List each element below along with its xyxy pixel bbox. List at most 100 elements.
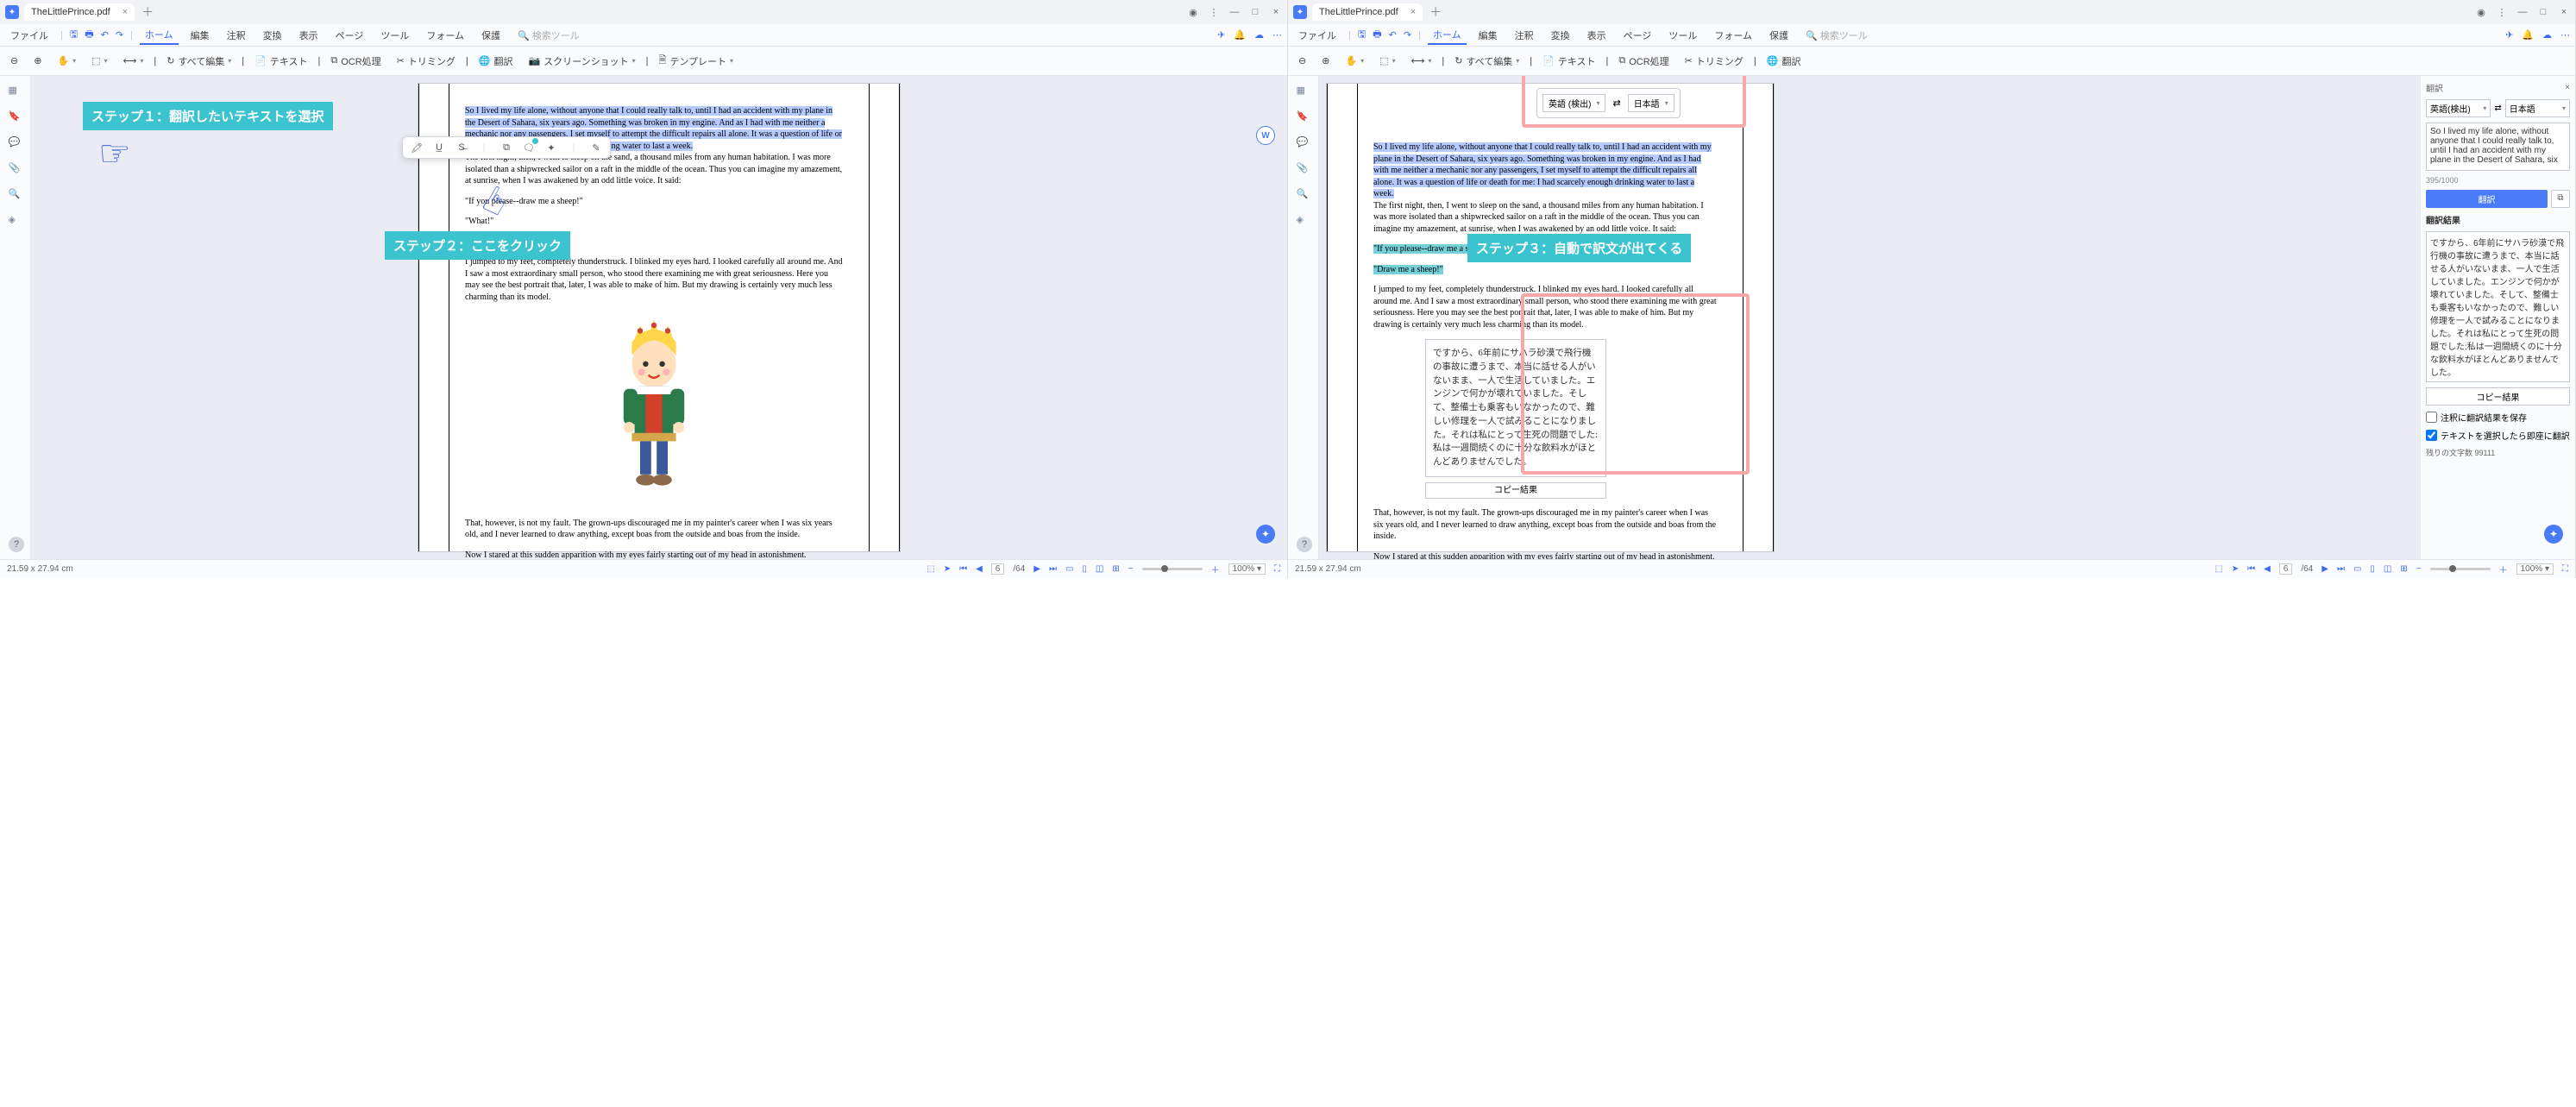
- menu-convert[interactable]: 変換: [258, 27, 287, 44]
- panel-target-lang[interactable]: 日本語▾: [2505, 99, 2570, 117]
- ai-assistant-icon[interactable]: ✦: [1256, 525, 1275, 544]
- help-icon[interactable]: ?: [1297, 537, 1312, 552]
- pointer-icon[interactable]: ➤: [2232, 564, 2239, 574]
- translate-action-button[interactable]: 翻訳: [2426, 190, 2548, 208]
- close-icon[interactable]: ×: [123, 7, 128, 17]
- print-icon[interactable]: 🖶: [1373, 27, 1381, 43]
- comment-icon[interactable]: 💬: [9, 136, 22, 150]
- menu-edit[interactable]: 編集: [1473, 27, 1503, 44]
- panel-swap-icon[interactable]: ⇄: [2494, 104, 2501, 113]
- source-text-box[interactable]: So I lived my life alone, without anyone…: [2426, 123, 2570, 171]
- zoom-in-button[interactable]: ⊕: [28, 53, 47, 69]
- zoom-out-icon[interactable]: −: [1128, 564, 1134, 574]
- panel-source-lang[interactable]: 英語(検出)▾: [2426, 99, 2491, 117]
- translate-button[interactable]: 🌐 翻訳: [1762, 52, 1806, 71]
- menu-page[interactable]: ページ: [1618, 27, 1657, 44]
- next-page-icon[interactable]: ▶: [2322, 564, 2328, 574]
- selected-text[interactable]: So I lived my life alone, without anyone…: [1373, 142, 1712, 198]
- target-lang-select[interactable]: 日本語▾: [1628, 94, 1674, 112]
- menu-home[interactable]: ホーム: [1428, 26, 1467, 45]
- minimize-icon[interactable]: ―: [2516, 6, 2529, 18]
- close-panel-icon[interactable]: ×: [2565, 83, 2570, 92]
- menu-view[interactable]: 表示: [294, 27, 324, 44]
- layers-icon[interactable]: ◈: [9, 214, 22, 228]
- add-tab-button[interactable]: ＋: [1429, 3, 1442, 21]
- instant-translate-checkbox[interactable]: テキストを選択したら即座に翻訳: [2426, 429, 2570, 442]
- zoom-slider[interactable]: [2430, 568, 2491, 570]
- thumbnail-icon[interactable]: ▦: [9, 85, 22, 98]
- fullscreen-icon[interactable]: ⛶: [2562, 564, 2568, 574]
- last-page-icon[interactable]: ⏭: [1049, 564, 1057, 574]
- menu-search[interactable]: 🔍 検索ツール: [512, 27, 585, 44]
- translate-button[interactable]: 🌐 翻訳: [474, 52, 518, 71]
- zoom-out-icon[interactable]: −: [2416, 564, 2422, 574]
- zoom-out-button[interactable]: ⊖: [5, 53, 23, 69]
- zoom-out-button[interactable]: ⊖: [1293, 53, 1311, 69]
- cloud-icon[interactable]: ☁: [1254, 29, 1264, 41]
- bell-icon[interactable]: 🔔: [2522, 29, 2534, 41]
- save-icon[interactable]: 🖫: [1358, 27, 1366, 43]
- edit-icon[interactable]: ✎: [589, 141, 603, 154]
- undo-icon[interactable]: ↶: [1389, 29, 1397, 41]
- menu-dots-icon[interactable]: ⋮: [1208, 6, 1220, 18]
- menu-dots-icon[interactable]: ⋮: [2496, 6, 2508, 18]
- view-single-icon[interactable]: ▭: [1065, 564, 1073, 574]
- zoom-in-icon[interactable]: ＋: [2499, 563, 2508, 576]
- menu-edit[interactable]: 編集: [185, 27, 215, 44]
- attachment-icon[interactable]: 📎: [1297, 162, 1310, 176]
- text-button[interactable]: 📄 テキスト: [249, 52, 312, 71]
- attachment-icon[interactable]: 📎: [9, 162, 22, 176]
- copy-result-button[interactable]: コピー結果: [2426, 387, 2570, 406]
- overflow-icon[interactable]: ⋯: [2560, 29, 2570, 41]
- view-cont-icon[interactable]: ▯: [1082, 564, 1087, 574]
- zoom-in-button[interactable]: ⊕: [1316, 53, 1335, 69]
- menu-file[interactable]: ファイル: [1293, 27, 1341, 44]
- zoom-level[interactable]: 100% ▾: [1228, 563, 1266, 575]
- last-page-icon[interactable]: ⏭: [2337, 564, 2345, 574]
- view-facing-icon[interactable]: ◫: [1096, 564, 1103, 574]
- layers-icon[interactable]: ◈: [1297, 214, 1310, 228]
- fullscreen-icon[interactable]: ⛶: [1274, 564, 1280, 574]
- document-tab[interactable]: TheLittlePrince.pdf ×: [24, 3, 135, 21]
- help-icon[interactable]: ?: [9, 537, 24, 552]
- close-window-icon[interactable]: ×: [2558, 6, 2570, 18]
- page-number-input[interactable]: 6: [991, 563, 1005, 575]
- search-icon[interactable]: 🔍: [9, 188, 22, 202]
- redo-icon[interactable]: ↷: [116, 29, 123, 41]
- cloud-icon[interactable]: ☁: [2542, 29, 2552, 41]
- zoom-level[interactable]: 100% ▾: [2516, 563, 2554, 575]
- result-text-box[interactable]: ですから、6年前にサハラ砂漠で飛行機の事故に遭うまで、本当に話せる人がいないまま…: [2426, 231, 2570, 382]
- trim-button[interactable]: ✂ トリミング: [1680, 52, 1749, 71]
- copy-source-icon[interactable]: ⧉: [2551, 190, 2570, 208]
- overflow-icon[interactable]: ⋯: [1272, 29, 1282, 41]
- view-cont-facing-icon[interactable]: ⊞: [1112, 564, 1119, 574]
- hand-tool[interactable]: ✋▾: [1340, 53, 1369, 69]
- menu-comment[interactable]: 注釈: [1510, 27, 1539, 44]
- page-area[interactable]: ステップ１：翻訳したいテキストを選択 ☞ ステップ２：ここをクリック ☞ 🖍 U…: [31, 76, 1287, 559]
- menu-home[interactable]: ホーム: [140, 26, 179, 45]
- first-page-icon[interactable]: ⏮: [959, 564, 967, 574]
- send-icon[interactable]: ✈: [1217, 29, 1225, 41]
- menu-file[interactable]: ファイル: [5, 27, 53, 44]
- print-icon[interactable]: 🖶: [85, 27, 93, 43]
- inline-copy-button[interactable]: コピー結果: [1425, 482, 1606, 500]
- maximize-icon[interactable]: □: [2537, 6, 2549, 18]
- source-lang-select[interactable]: 英語 (検出)▾: [1542, 94, 1605, 112]
- select-mode-icon[interactable]: ⬚: [927, 564, 934, 574]
- hand-tool[interactable]: ✋▾: [52, 53, 81, 69]
- page-area[interactable]: 英語 (検出)▾ ⇄ 日本語▾ ステップ３：自動で訳文が出てくる So I li…: [1319, 76, 2420, 559]
- redo-icon[interactable]: ↷: [1404, 29, 1411, 41]
- word-export-icon[interactable]: W: [1256, 126, 1275, 145]
- document-tab[interactable]: TheLittlePrince.pdf ×: [1312, 3, 1423, 21]
- menu-form[interactable]: フォーム: [1709, 27, 1757, 44]
- menu-search[interactable]: 🔍 検索ツール: [1800, 27, 1873, 44]
- ai-assistant-icon[interactable]: ✦: [2544, 525, 2563, 544]
- menu-convert[interactable]: 変換: [1546, 27, 1575, 44]
- copy-icon[interactable]: ⧉: [499, 141, 513, 154]
- page-number-input[interactable]: 6: [2279, 563, 2293, 575]
- close-icon[interactable]: ×: [1411, 7, 1416, 17]
- swap-lang-icon[interactable]: ⇄: [1612, 97, 1620, 109]
- edit-all-button[interactable]: ↻ すべて編集▾: [161, 52, 236, 71]
- ocr-button[interactable]: ⧉ OCR処理: [325, 52, 386, 71]
- select-mode-icon[interactable]: ⬚: [2215, 564, 2222, 574]
